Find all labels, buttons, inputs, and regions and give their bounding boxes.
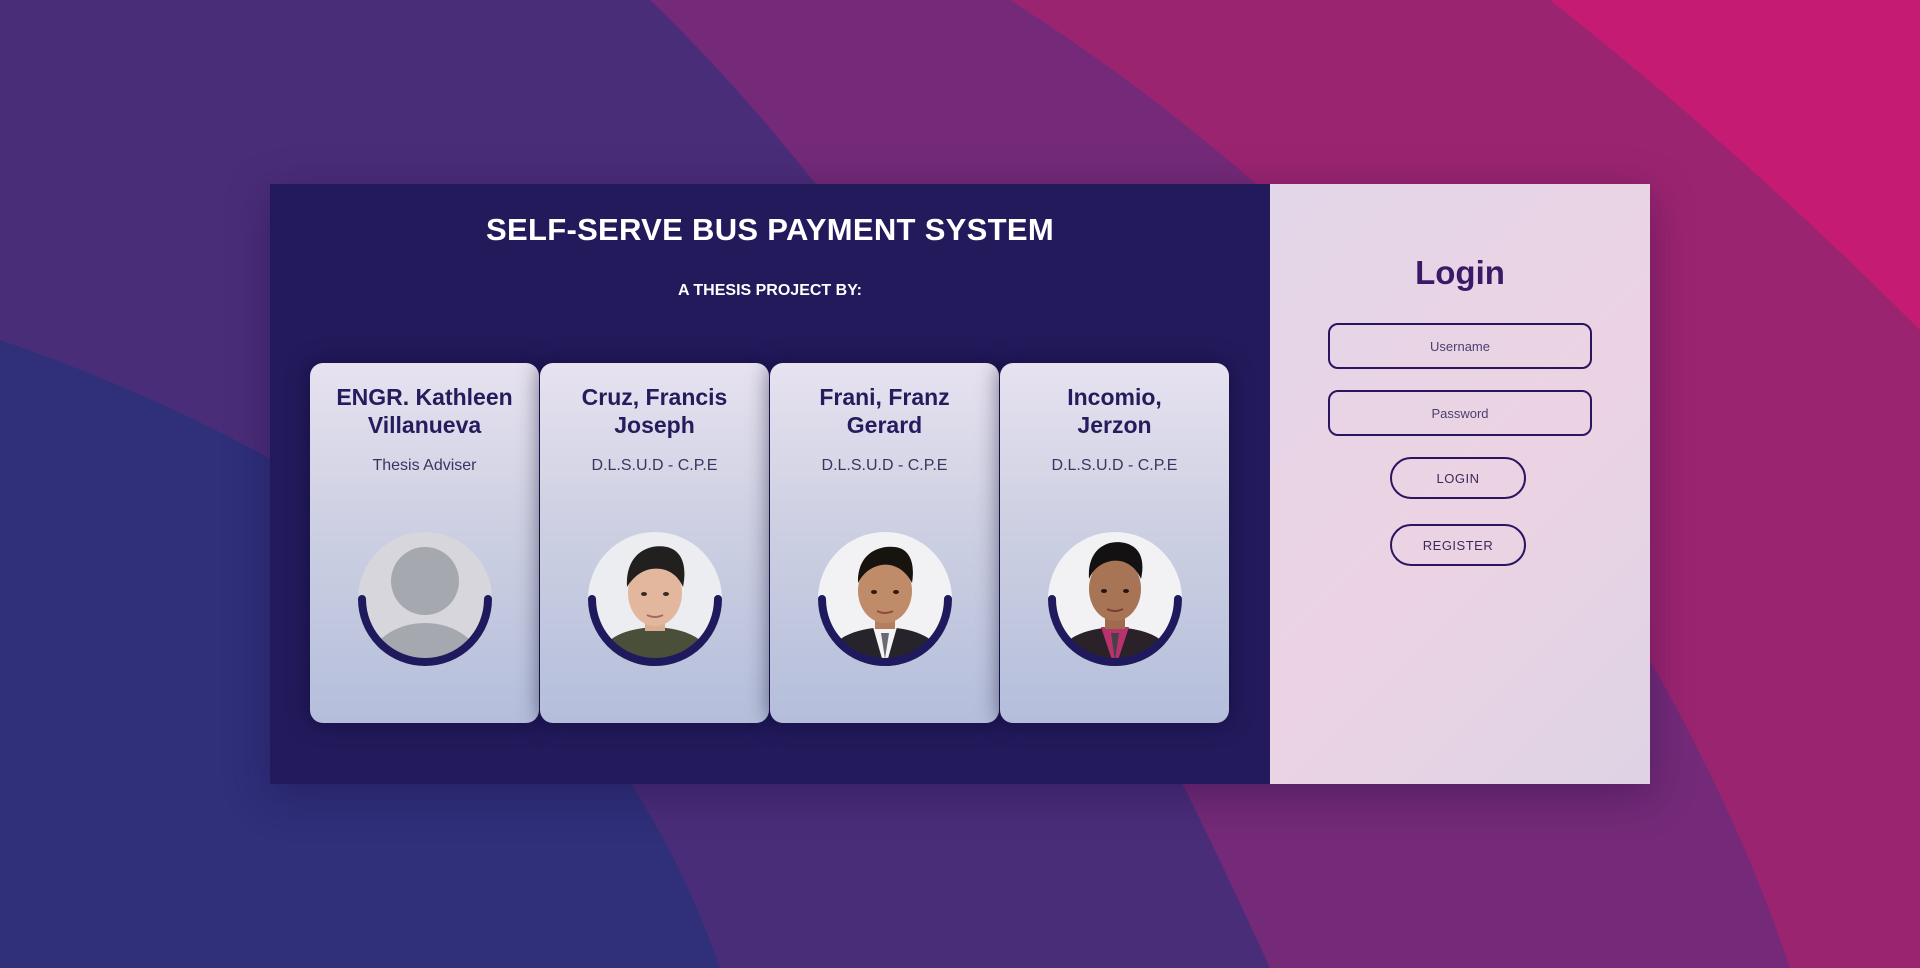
member-name: Cruz, Francis Joseph: [548, 383, 761, 439]
member-role: D.L.S.U.D - C.P.E: [821, 457, 948, 474]
login-panel: Login LOGIN REGISTER: [1270, 184, 1650, 784]
placeholder-avatar-icon: [355, 529, 495, 669]
team-card-incomio: Incomio, Jerzon D.L.S.U.D - C.P.E: [1000, 363, 1229, 723]
member-name-line2: Jerzon: [1077, 412, 1152, 438]
member-name: Incomio, Jerzon: [1008, 383, 1221, 439]
username-input[interactable]: [1328, 323, 1592, 369]
login-title: Login: [1415, 254, 1505, 291]
member-photo: [585, 529, 725, 669]
main-panel: SELF-SERVE BUS PAYMENT SYSTEM A THESIS P…: [270, 184, 1650, 784]
team-cards: ENGR. Kathleen Villanueva Thesis Adviser: [310, 363, 1230, 723]
team-card-adviser: ENGR. Kathleen Villanueva Thesis Adviser: [310, 363, 539, 723]
member-name-line1: Frani, Franz: [819, 384, 950, 410]
project-info-panel: SELF-SERVE BUS PAYMENT SYSTEM A THESIS P…: [270, 184, 1270, 784]
login-button[interactable]: LOGIN: [1390, 457, 1526, 499]
member-role: Thesis Adviser: [372, 457, 477, 474]
member-name-line2: Joseph: [614, 412, 695, 438]
member-name-line2: Gerard: [846, 412, 923, 438]
password-input[interactable]: [1328, 390, 1592, 436]
page-subtitle: A THESIS PROJECT BY:: [677, 282, 863, 299]
member-name-line1: Incomio,: [1067, 384, 1162, 410]
page-title: SELF-SERVE BUS PAYMENT SYSTEM: [486, 212, 1054, 247]
member-name-line1: ENGR. Kathleen: [336, 384, 513, 410]
member-name: ENGR. Kathleen Villanueva: [318, 383, 531, 439]
team-card-frani: Frani, Franz Gerard D.L.S.U.D - C.P.E: [770, 363, 999, 723]
member-photo: [1045, 529, 1185, 669]
member-role: D.L.S.U.D - C.P.E: [1051, 457, 1178, 474]
team-card-cruz: Cruz, Francis Joseph D.L.S.U.D - C.P.E: [540, 363, 769, 723]
member-name-line2: Villanueva: [367, 412, 482, 438]
member-name-line1: Cruz, Francis: [581, 384, 728, 410]
member-photo: [815, 529, 955, 669]
member-name: Frani, Franz Gerard: [778, 383, 991, 439]
register-button[interactable]: REGISTER: [1390, 524, 1526, 566]
member-role: D.L.S.U.D - C.P.E: [591, 457, 718, 474]
